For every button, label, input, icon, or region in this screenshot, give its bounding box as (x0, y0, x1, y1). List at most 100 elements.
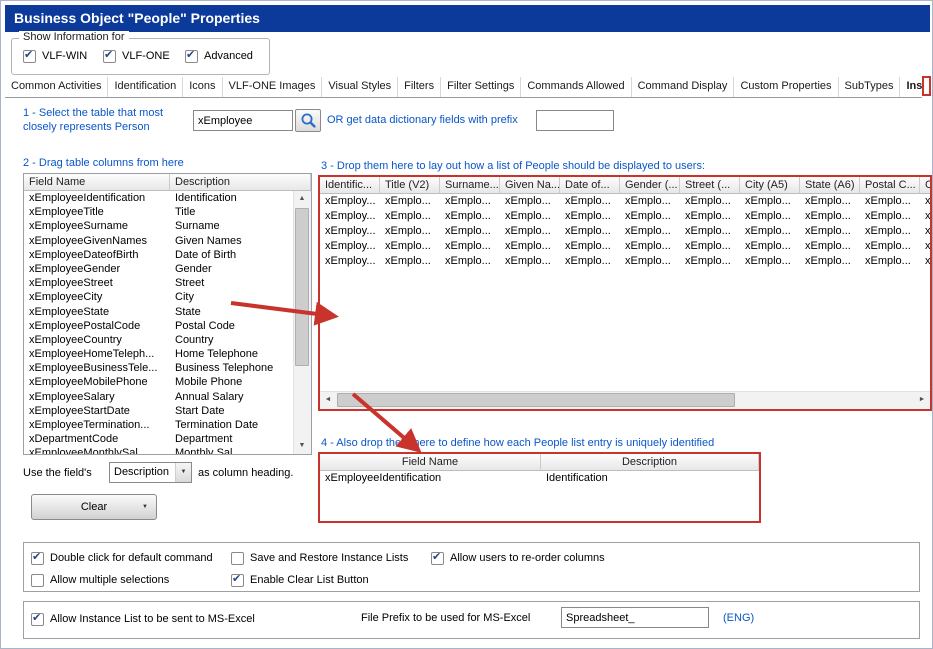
field-row[interactable]: xEmployeeTitleTitle (24, 205, 294, 219)
scrollbar-thumb[interactable] (337, 393, 735, 407)
field-cell: Given Names (170, 234, 294, 248)
tab-commands-allowed[interactable]: Commands Allowed (521, 77, 631, 97)
checkbox-double-click-default[interactable]: ✔ Double click for default command (31, 551, 213, 565)
list-cell: xEmplo... (500, 254, 560, 269)
field-row[interactable]: xEmployeeCityCity (24, 290, 294, 304)
checkbox-label: Allow Instance List to be sent to MS-Exc… (50, 613, 255, 625)
field-cell: Department (170, 432, 294, 446)
horizontal-scrollbar[interactable]: ◄ ► (320, 391, 930, 409)
checkbox-label: VLF-ONE (122, 50, 170, 62)
list-cell: xEmplo... (680, 224, 740, 239)
list-layout-row[interactable]: xEmploy...xEmplo...xEmplo...xEmplo...xEm… (320, 254, 932, 269)
list-layout-row[interactable]: xEmploy...xEmplo...xEmplo...xEmplo...xEm… (320, 224, 932, 239)
search-table-button[interactable] (295, 109, 321, 132)
check-icon: ✔ (432, 550, 441, 563)
checkbox-box[interactable]: ✔ (231, 552, 244, 565)
tab-filters[interactable]: Filters (398, 77, 441, 97)
list-cell: xEmplo... (380, 194, 440, 209)
field-row[interactable]: xEmployeeStreetStreet (24, 276, 294, 290)
scroll-right-icon[interactable]: ► (914, 392, 930, 408)
tab-filter-settings[interactable]: Filter Settings (441, 77, 521, 97)
field-row[interactable]: xEmployeeMonthlySal...Monthly Sal... (24, 446, 294, 454)
header-cell: C... (920, 177, 932, 194)
checkbox-multiple-selections[interactable]: ✔ Allow multiple selections (31, 573, 169, 587)
list-cell: xEmplo... (500, 224, 560, 239)
field-row[interactable]: xEmployeeIdentificationIdentification (24, 191, 294, 205)
checkbox-reorder-columns[interactable]: ✔ Allow users to re-order columns (431, 551, 605, 565)
language-link[interactable]: (ENG) (723, 612, 754, 624)
checkbox-vlf-win[interactable]: ✔ VLF-WIN (23, 49, 87, 63)
field-cell: xEmployeeGivenNames (24, 234, 170, 248)
field-row[interactable]: xEmployeeStateState (24, 305, 294, 319)
header-cell: State (A6) (800, 177, 860, 194)
file-prefix-input[interactable] (561, 607, 709, 628)
header-cell: Field Name (24, 174, 170, 191)
list-cell: xEmplo... (440, 239, 500, 254)
field-row[interactable]: xEmployeeDateofBirthDate of Birth (24, 248, 294, 262)
field-row[interactable]: xEmployeeMobilePhoneMobile Phone (24, 375, 294, 389)
field-row[interactable]: xEmployeeGivenNamesGiven Names (24, 234, 294, 248)
scroll-left-icon[interactable]: ◄ (320, 392, 336, 408)
identification-header-row[interactable]: Field NameDescription (320, 454, 759, 471)
scrollbar-thumb[interactable] (295, 208, 309, 366)
checkbox-send-to-excel[interactable]: ✔ Allow Instance List to be sent to MS-E… (31, 612, 255, 626)
field-row[interactable]: xEmployeeTermination...Termination Date (24, 418, 294, 432)
field-row[interactable]: xEmployeeSurnameSurname (24, 219, 294, 233)
list-layout-row[interactable]: xEmploy...xEmplo...xEmplo...xEmplo...xEm… (320, 209, 932, 224)
list-cell: xEmplo... (800, 224, 860, 239)
field-cell: Monthly Sal... (170, 446, 294, 454)
tab-icons[interactable]: Icons (183, 77, 222, 97)
checkbox-box[interactable]: ✔ (31, 552, 44, 565)
tab-instance-list[interactable]: Instance List (900, 77, 922, 97)
tab-common-activities[interactable]: Common Activities (5, 77, 108, 97)
dictionary-prefix-input[interactable] (536, 110, 614, 131)
identification-table: Field NameDescription xEmployeeIdentific… (318, 452, 761, 523)
field-cell: xEmployeeBusinessTele... (24, 361, 170, 375)
identification-row[interactable]: xEmployeeIdentificationIdentification (320, 471, 759, 486)
list-cell: xEmplo... (440, 194, 500, 209)
list-cell: xEmploy... (320, 209, 380, 224)
tab-command-display[interactable]: Command Display (632, 77, 735, 97)
checkbox-box[interactable]: ✔ (103, 50, 116, 63)
field-row[interactable]: xEmployeePostalCodePostal Code (24, 319, 294, 333)
tab-vlf-one-images[interactable]: VLF-ONE Images (223, 77, 323, 97)
field-row[interactable]: xEmployeeBusinessTele...Business Telepho… (24, 361, 294, 375)
checkbox-advanced[interactable]: ✔ Advanced (185, 49, 253, 63)
field-row[interactable]: xEmployeeStartDateStart Date (24, 404, 294, 418)
checkbox-vlf-one[interactable]: ✔ VLF-ONE (103, 49, 170, 63)
source-columns-header-row[interactable]: Field NameDescription (24, 174, 311, 191)
checkbox-box[interactable]: ✔ (231, 574, 244, 587)
checkbox-box[interactable]: ✔ (431, 552, 444, 565)
tab-subtypes[interactable]: SubTypes (839, 77, 901, 97)
checkbox-box[interactable]: ✔ (23, 50, 36, 63)
list-layout-header-row[interactable]: Identific...Title (V2)Surname...Given Na… (320, 177, 932, 194)
checkbox-box[interactable]: ✔ (31, 574, 44, 587)
scroll-up-icon[interactable]: ▲ (294, 191, 310, 207)
list-cell: xEmplo... (380, 254, 440, 269)
checkbox-enable-clear-list[interactable]: ✔ Enable Clear List Button (231, 573, 369, 587)
list-layout-row[interactable]: xEmploy...xEmplo...xEmplo...xEmplo...xEm… (320, 194, 932, 209)
checkbox-save-restore-lists[interactable]: ✔ Save and Restore Instance Lists (231, 551, 408, 565)
list-cell: xEmplo... (380, 224, 440, 239)
table-name-input[interactable] (193, 110, 293, 131)
tab-custom-properties[interactable]: Custom Properties (734, 77, 838, 97)
scroll-down-icon[interactable]: ▼ (294, 438, 310, 454)
tab-identification[interactable]: Identification (108, 77, 183, 97)
clear-button[interactable]: Clear ▼ (31, 494, 157, 520)
header-cell: Surname... (440, 177, 500, 194)
checkbox-box[interactable]: ✔ (185, 50, 198, 63)
list-layout-row[interactable]: xEmploy...xEmplo...xEmplo...xEmplo...xEm… (320, 239, 932, 254)
field-row[interactable]: xEmployeeCountryCountry (24, 333, 294, 347)
check-icon: ✔ (32, 550, 41, 563)
vertical-scrollbar[interactable]: ▲ ▼ (293, 191, 311, 454)
list-cell: xEmplo... (860, 239, 920, 254)
checkbox-box[interactable]: ✔ (31, 613, 44, 626)
list-cell: xEmplo... (620, 239, 680, 254)
field-row[interactable]: xEmployeeHomeTeleph...Home Telephone (24, 347, 294, 361)
field-row[interactable]: xEmployeeSalaryAnnual Salary (24, 390, 294, 404)
field-row[interactable]: xEmployeeGenderGender (24, 262, 294, 276)
column-heading-dropdown[interactable]: Description ▼ (109, 462, 192, 483)
chevron-down-icon: ▼ (142, 504, 148, 510)
field-row[interactable]: xDepartmentCodeDepartment (24, 432, 294, 446)
tab-visual-styles[interactable]: Visual Styles (322, 77, 398, 97)
